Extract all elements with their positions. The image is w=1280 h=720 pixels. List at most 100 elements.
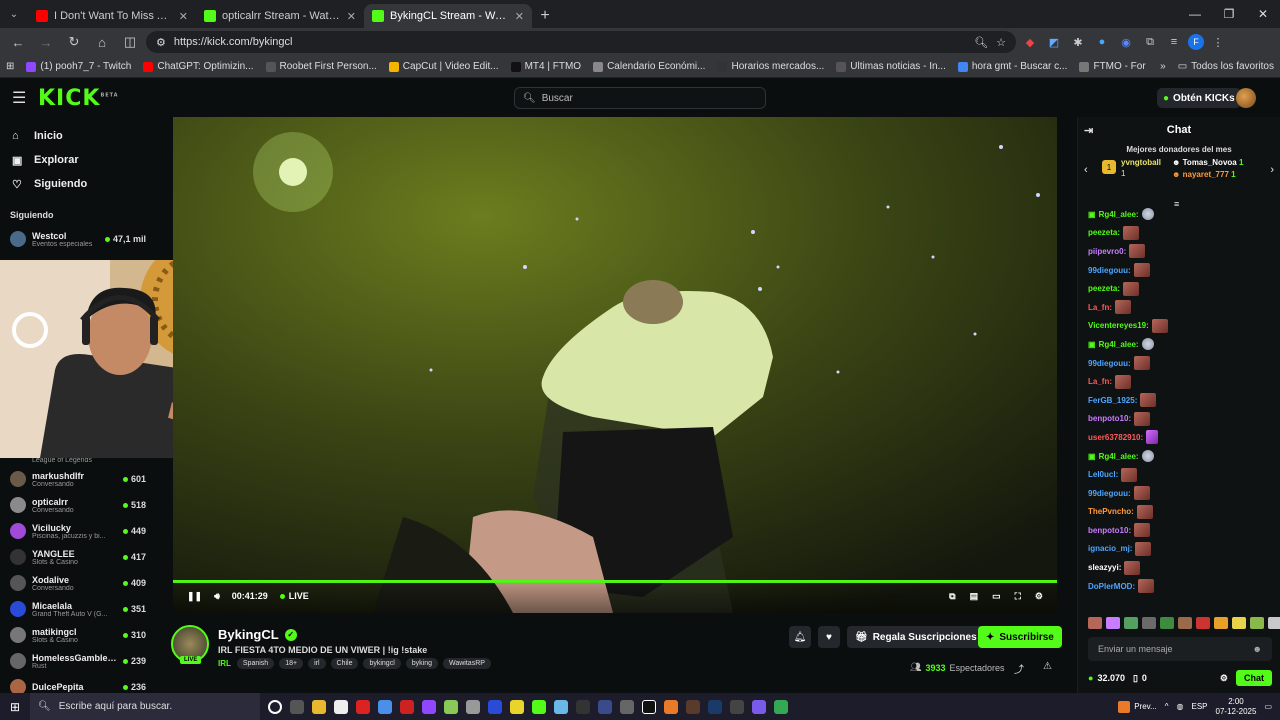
steam-icon[interactable] [708,699,722,714]
app-icon[interactable] [444,699,458,714]
opera-icon[interactable] [356,699,370,714]
emote-icon[interactable] [1178,617,1192,629]
bookmark-item[interactable]: Últimas noticias - In... [836,61,946,72]
chrome-icon[interactable] [774,699,788,714]
followed-channel[interactable]: Westcol Eventos especiales 47,1 mil [0,226,152,252]
emote-icon[interactable] [1214,617,1228,629]
search-input[interactable]: 🔍︎ Buscar [514,87,766,109]
chat-username[interactable]: Rg4l_alee: [1099,210,1139,219]
chat-username[interactable]: ThePvncho: [1088,507,1134,516]
chat-username[interactable]: Lel0ucl: [1088,470,1118,479]
notifications-icon[interactable]: ▭ [1264,702,1272,711]
reload-icon[interactable]: ↻ [62,30,86,54]
chat-username[interactable]: peezeta: [1088,284,1120,293]
stream-tag[interactable]: Spanish [236,658,275,669]
chat-username[interactable]: user63782910: [1088,433,1143,442]
chat-username[interactable]: 99diegouu: [1088,359,1131,368]
bookmark-item[interactable]: Calendario Económi... [593,61,705,72]
zoom-search-icon[interactable]: 🔍︎ [974,36,988,49]
clip-icon[interactable]: ▤ [970,591,979,602]
chat-username[interactable]: Vicentereyes19: [1088,321,1149,330]
twitch-icon[interactable] [422,699,436,714]
followed-channel[interactable]: Vicilucky Piscinas, jacuzzis y bi... 449 [0,518,152,544]
browser-tab[interactable]: I Don't Want To Miss A Thing - ✕ [28,4,196,28]
language-indicator[interactable]: ESP [1192,702,1208,711]
close-tab-icon[interactable]: ✕ [515,10,524,23]
app-icon[interactable] [686,699,700,714]
donor-name[interactable]: ☻ Tomas_Novoa 1 [1172,158,1243,167]
chat-username[interactable]: peezeta: [1088,228,1120,237]
chat-username[interactable]: DoPlerMOD: [1088,582,1135,591]
app-icon[interactable] [488,699,502,714]
emote-icon[interactable] [1124,617,1138,629]
forward-icon[interactable]: → [34,30,58,54]
more-bookmarks-icon[interactable]: » [1160,61,1166,72]
bookmark-item[interactable]: Roobet First Person... [265,61,377,72]
chat-username[interactable]: Rg4l_alee: [1099,340,1139,349]
minimize-icon[interactable]: — [1178,0,1212,28]
donor-name[interactable]: yvngtoball [1121,158,1161,167]
chat-username[interactable]: FerGB_1925: [1088,396,1137,405]
chat-username[interactable]: ignacio_mj: [1088,544,1132,553]
app-icon[interactable] [466,699,480,714]
bookmark-item[interactable]: CapCut | Video Edit... [388,61,499,72]
chat-username[interactable]: La_fn: [1088,377,1112,386]
streamer-name[interactable]: BykingCL ✓ [218,627,297,642]
tab-search-icon[interactable]: ⌄ [0,0,28,28]
emote-icon[interactable] [1196,617,1210,629]
extensions-puzzle-icon[interactable]: ⧉ [1140,32,1160,52]
translate-icon[interactable]: ◩ [1044,32,1064,52]
stream-tag[interactable]: Chile [330,658,359,669]
gift-subs-button[interactable]: 🎁︎ Regala Suscripciones [847,626,985,648]
app-icon[interactable] [752,699,766,714]
followed-channel[interactable]: HomelessGambler... Rust 239 [0,648,152,674]
share-icon[interactable]: ⤴ [1014,661,1024,676]
fullscreen-icon[interactable]: ⛶ [1015,591,1021,602]
bookmark-item[interactable]: FTMO - For Serious... [1079,61,1148,72]
stream-tag[interactable]: irl [308,658,326,669]
theater-mode-icon[interactable]: ▭ [992,591,1001,602]
emote-icon[interactable] [1250,617,1264,629]
copilot-icon[interactable] [378,699,392,714]
chat-username[interactable]: 99diegouu: [1088,489,1131,498]
followed-channel[interactable]: matikingcl Slots & Casino 310 [0,622,152,648]
bookmark-star-icon[interactable]: ☆ [996,36,1006,49]
followed-channel[interactable]: YANGLEE Slots & Casino 417 [0,544,152,570]
app-icon[interactable] [598,699,612,714]
split-view-icon[interactable]: ◫ [118,30,142,54]
stream-tag[interactable]: bykingcl [363,658,401,669]
menu-kebab-icon[interactable]: ⋮ [1208,32,1228,52]
cortana-icon[interactable] [268,699,282,714]
rewards-icon[interactable]: ▯ [1133,673,1138,684]
browser-tab[interactable]: opticalrr Stream - Watch Live o ✕ [196,4,364,28]
home-browser-icon[interactable]: ⌂ [90,30,114,54]
emote-icon[interactable] [1142,617,1156,629]
tiktok-icon[interactable] [642,699,656,714]
close-tab-icon[interactable]: ✕ [347,10,356,23]
next-arrow-icon[interactable]: › [1270,164,1274,176]
get-kicks-button[interactable]: ● Obtén KICKs [1157,88,1241,108]
report-warning-icon[interactable]: ⚠ [1043,661,1052,672]
video-player[interactable]: ❚❚ 🔊︎ 00:41:29 LIVE ⧉ ▤ ▭ ⛶ ⚙ [173,117,1057,613]
bookmark-item[interactable]: Horarios mercados... [717,61,824,72]
followed-channel[interactable]: Micaelala Grand Theft Auto V (G... 351 [0,596,152,622]
collapse-chat-icon[interactable]: ⇥ [1084,124,1093,137]
donor-name[interactable]: ☻ nayaret_777 1 [1172,170,1236,179]
stream-tag[interactable]: byking [405,658,438,669]
settings-icon[interactable] [620,699,634,714]
taskbar-search[interactable]: 🔍︎ Escribe aquí para buscar. [30,693,260,720]
kick-app-icon[interactable] [532,699,546,714]
emote-icon[interactable] [1232,617,1246,629]
followed-channel[interactable]: markushdlfr Conversando 601 [0,466,152,492]
menu-hamburger-icon[interactable]: ☰ [12,88,30,108]
address-bar[interactable]: ⚙ https://kick.com/bykingcl 🔍︎ ☆ [146,31,1016,53]
followed-channel[interactable]: Xodalive Conversando 409 [0,570,152,596]
close-window-icon[interactable]: ✕ [1246,0,1280,28]
chat-username[interactable]: Rg4l_alee: [1099,452,1139,461]
subscribe-button[interactable]: ✦ Suscribirse [978,626,1062,648]
follow-heart-button[interactable]: ♥ [818,626,840,648]
close-tab-icon[interactable]: ✕ [179,10,188,23]
extension-icon[interactable]: ◉ [1116,32,1136,52]
restore-icon[interactable]: ❐ [1212,0,1246,28]
emote-icon[interactable] [1106,617,1120,629]
